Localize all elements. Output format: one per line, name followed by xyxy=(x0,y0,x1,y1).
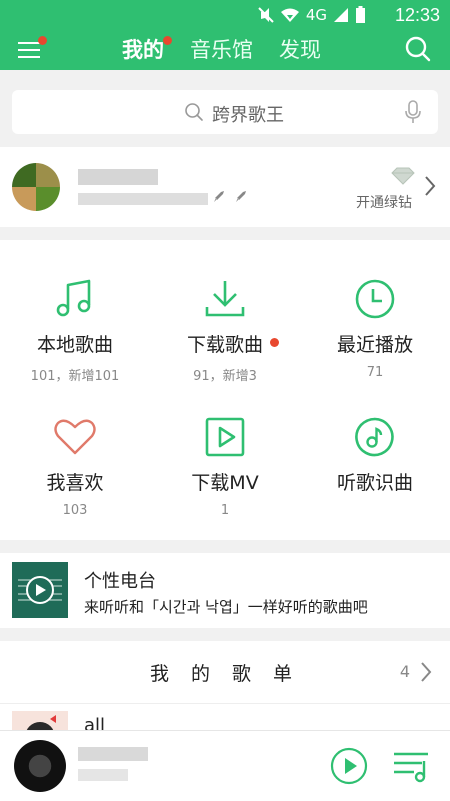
radio-disc-icon xyxy=(18,576,62,604)
grid-item-count: 1 xyxy=(220,503,230,518)
search-icon xyxy=(185,103,203,121)
tab-mine-label: 我的 xyxy=(122,38,164,62)
tab-discover[interactable]: 发现 xyxy=(279,34,321,64)
grid-item-music-recognition[interactable]: 听歌识曲 xyxy=(300,414,450,503)
grid-item-label: 本地歌曲 xyxy=(36,334,113,356)
new-badge-dot xyxy=(270,338,279,347)
vip-label[interactable]: 开通绿钻 xyxy=(356,192,412,212)
grid-item-downloaded-songs[interactable]: 下载歌曲 91，新增3 xyxy=(150,276,300,384)
status-bar: 4G 12:33 xyxy=(0,0,450,32)
search-placeholder: 跨界歌王 xyxy=(212,105,284,126)
menu-line xyxy=(18,42,40,44)
top-tabs: 我的 音乐馆 发现 xyxy=(122,34,321,64)
video-icon xyxy=(205,417,245,457)
heart-icon xyxy=(54,419,96,455)
tab-discover-label: 发现 xyxy=(279,38,321,62)
grid-item-label-text: 下载歌曲 xyxy=(186,334,263,356)
app-bar: 我的 音乐馆 发现 xyxy=(0,32,450,70)
grid-item-label: 下载MV xyxy=(191,472,259,494)
download-icon xyxy=(205,281,245,317)
user-profile-card[interactable]: 开通绿钻 xyxy=(0,147,450,227)
chevron-right-icon[interactable] xyxy=(420,661,432,683)
wifi-icon xyxy=(280,8,299,22)
playlist-queue-icon[interactable] xyxy=(392,749,432,783)
grid-item-recent-played[interactable]: 最近播放 71 xyxy=(300,276,450,380)
radio-thumbnail xyxy=(12,562,68,618)
username-blurred xyxy=(78,169,158,185)
grid-item-count: 103 xyxy=(62,503,88,518)
grid-item-label: 听歌识曲 xyxy=(336,472,413,494)
album-art[interactable] xyxy=(14,740,66,792)
play-icon[interactable] xyxy=(330,747,368,785)
status-icons: 4G xyxy=(258,6,366,24)
user-level-icons xyxy=(212,190,248,208)
music-recognize-icon xyxy=(355,417,394,457)
divider xyxy=(0,703,450,704)
search-input[interactable]: 跨界歌王 xyxy=(12,90,438,134)
mini-player[interactable] xyxy=(0,730,450,801)
playlists-count: 4 xyxy=(399,662,410,681)
notification-dot xyxy=(38,36,47,45)
menu-line xyxy=(18,56,40,58)
grid-item-downloaded-mv[interactable]: 下载MV 1 xyxy=(150,414,300,518)
mute-icon xyxy=(258,7,274,23)
grid-item-favorites[interactable]: 我喜欢 103 xyxy=(0,414,150,518)
network-type: 4G xyxy=(305,6,327,24)
green-diamond-icon xyxy=(391,167,415,185)
radio-title: 个性电台 xyxy=(84,571,156,592)
tab-music-hall[interactable]: 音乐馆 xyxy=(190,34,253,64)
grid-item-count: 101，新增101 xyxy=(30,369,120,384)
grid-item-local-songs[interactable]: 本地歌曲 101，新增101 xyxy=(0,276,150,384)
grid-item-label: 最近播放 xyxy=(336,334,413,356)
song-title-blurred xyxy=(78,747,148,761)
microphone-icon[interactable] xyxy=(404,100,422,124)
personal-radio-card[interactable]: 个性电台 来听听和「시간과 낙엽」一样好听的歌曲吧 xyxy=(0,553,450,628)
grid-item-label: 我喜欢 xyxy=(46,472,104,494)
rocket-icon xyxy=(236,191,247,202)
rocket-icon xyxy=(214,191,224,202)
my-playlists-section: 我 的 歌 单 4 all xyxy=(0,641,450,751)
menu-line xyxy=(18,49,40,51)
clock-icon xyxy=(355,279,395,319)
tab-music-hall-label: 音乐馆 xyxy=(190,38,253,62)
playlists-title[interactable]: 我 的 歌 单 xyxy=(0,659,450,686)
clock-time: 12:33 xyxy=(394,5,440,25)
chevron-right-icon xyxy=(425,176,436,196)
music-note-icon xyxy=(56,279,91,317)
tab-mine[interactable]: 我的 xyxy=(122,34,172,64)
signal-icon xyxy=(334,8,348,22)
grid-item-count: 71 xyxy=(366,365,384,380)
battery-icon xyxy=(356,6,365,23)
search-icon[interactable] xyxy=(404,35,432,63)
grid-item-count: 91，新增3 xyxy=(193,369,257,384)
grid-item-label: 下载歌曲 xyxy=(186,330,279,357)
avatar[interactable] xyxy=(12,163,60,211)
radio-subtitle: 来听听和「시간과 낙엽」一样好听的歌曲吧 xyxy=(84,598,368,616)
user-info-blurred xyxy=(78,193,208,205)
artist-blurred xyxy=(78,769,128,781)
quick-entry-grid: 本地歌曲 101，新增101 下载歌曲 91，新增3 最近播放 71 我喜欢 1… xyxy=(0,240,450,540)
tab-badge-dot xyxy=(163,36,172,45)
menu-button[interactable] xyxy=(18,36,47,62)
